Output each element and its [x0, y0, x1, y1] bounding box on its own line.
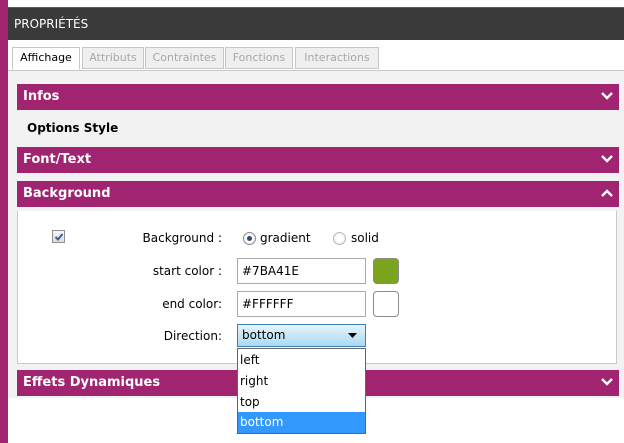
start-color-input[interactable]: #7BA41E	[237, 258, 366, 284]
end-color-label: end color:	[162, 297, 222, 311]
direction-option-bottom[interactable]: bottom	[238, 412, 365, 433]
section-font-text-label: Font/Text	[23, 152, 92, 167]
section-effets-label: Effets Dynamiques	[23, 375, 161, 390]
direction-option-left[interactable]: left	[238, 350, 365, 371]
checkmark-icon	[54, 233, 64, 241]
radio-solid-label[interactable]: solid	[351, 231, 379, 245]
start-color-label: start color :	[152, 264, 222, 278]
direction-select[interactable]: bottom	[237, 324, 366, 347]
section-background-label: Background	[23, 186, 111, 201]
radio-gradient[interactable]	[243, 232, 256, 245]
chevron-up-icon	[601, 189, 613, 197]
direction-label: Direction:	[163, 329, 222, 343]
tab-affichage[interactable]: Affichage	[12, 47, 80, 70]
left-accent-border	[0, 0, 8, 443]
dropdown-arrow-icon	[348, 333, 357, 338]
tab-fonctions[interactable]: Fonctions	[225, 47, 293, 69]
chevron-down-icon	[601, 378, 613, 386]
properties-panel: PROPRIÉTÉS Affichage Attributs Contraint…	[0, 0, 624, 443]
options-style-heading: Options Style	[27, 121, 119, 135]
start-color-swatch[interactable]	[373, 258, 399, 284]
radio-gradient-label[interactable]: gradient	[260, 231, 311, 245]
section-background-header[interactable]: Background	[17, 181, 619, 207]
end-color-input[interactable]: #FFFFFF	[237, 291, 366, 317]
direction-dropdown-list: left right top bottom	[237, 348, 366, 434]
background-label: Background :	[142, 231, 222, 245]
chevron-down-icon	[601, 92, 613, 100]
direction-option-top[interactable]: top	[238, 392, 365, 413]
tab-attributs[interactable]: Attributs	[82, 47, 144, 69]
tab-bar: Affichage Attributs Contraintes Fonction…	[8, 40, 624, 71]
panel-title: PROPRIÉTÉS	[14, 17, 89, 31]
direction-option-right[interactable]: right	[238, 371, 365, 392]
radio-selected-dot	[247, 236, 252, 241]
chevron-down-icon	[601, 155, 613, 163]
background-enabled-checkbox[interactable]	[52, 230, 65, 243]
direction-selected-value: bottom	[242, 328, 286, 342]
section-infos-header[interactable]: Infos	[17, 84, 619, 110]
radio-solid[interactable]	[333, 232, 346, 245]
panel-titlebar: PROPRIÉTÉS	[8, 7, 624, 41]
section-font-text-header[interactable]: Font/Text	[17, 147, 619, 173]
end-color-swatch[interactable]	[373, 291, 399, 317]
tab-contraintes[interactable]: Contraintes	[145, 47, 224, 69]
section-infos-label: Infos	[23, 89, 60, 104]
tab-interactions[interactable]: Interactions	[295, 47, 379, 69]
